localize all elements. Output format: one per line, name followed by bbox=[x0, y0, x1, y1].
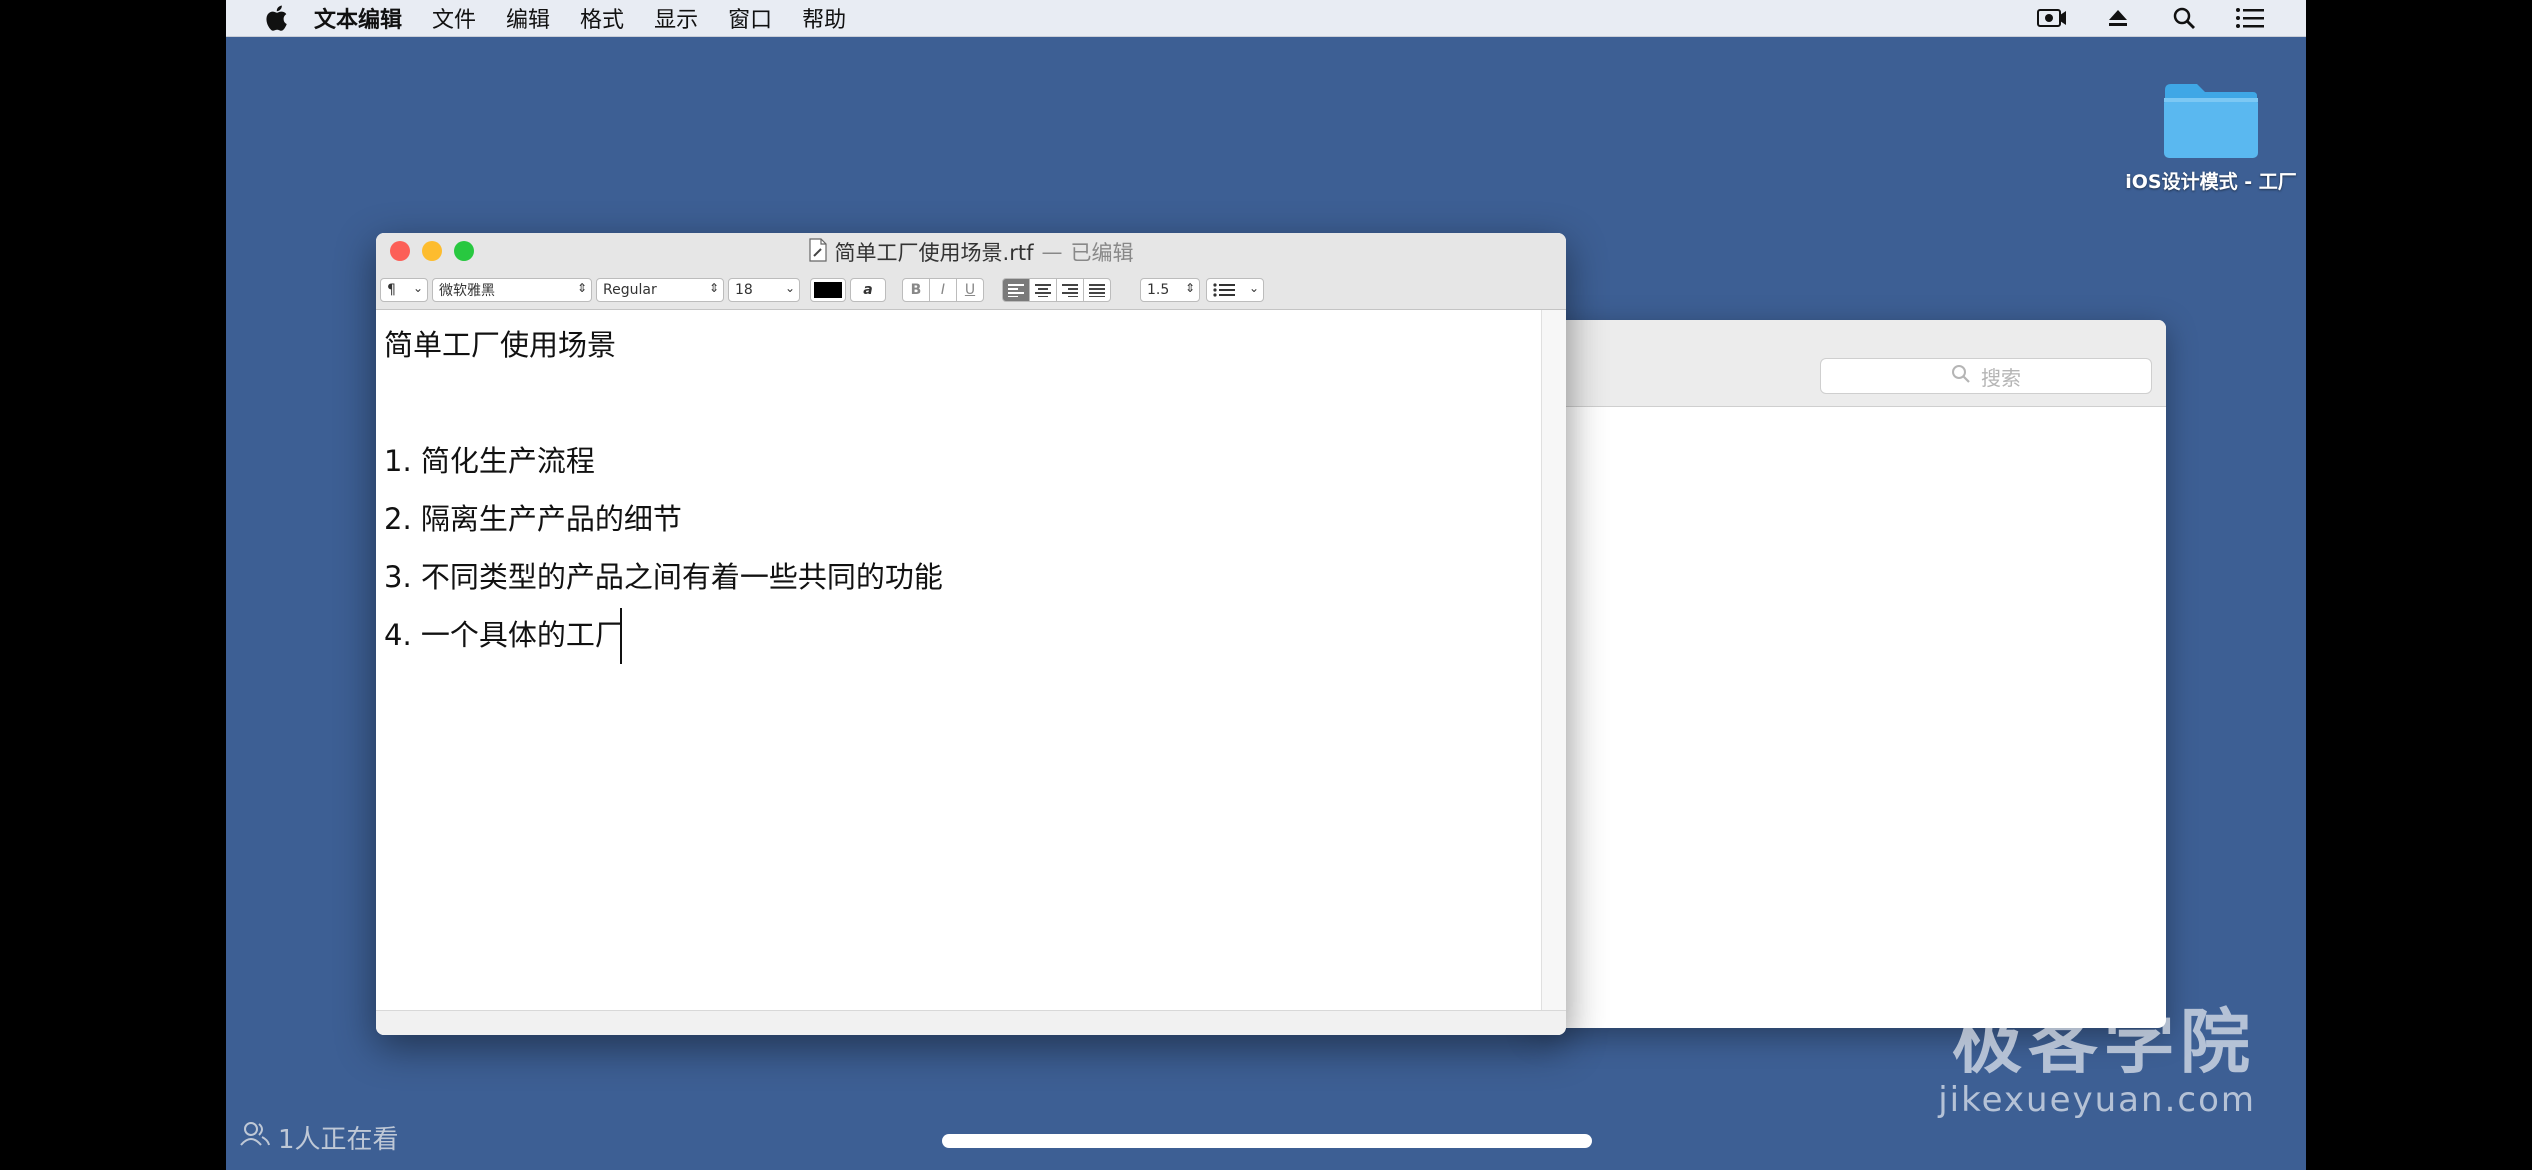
font-size-field[interactable]: 18 ⌄ bbox=[728, 278, 800, 302]
paragraph-style-dropdown[interactable]: ¶ ⌄ bbox=[380, 278, 428, 302]
edited-status: 已编辑 bbox=[1070, 241, 1134, 265]
home-indicator[interactable] bbox=[942, 1134, 1592, 1148]
paragraph-style-label: ¶ bbox=[387, 282, 396, 298]
align-left-icon bbox=[1008, 284, 1024, 297]
watermark-title: 极客学院 bbox=[1952, 1001, 2256, 1083]
line-spacing-value: 1.5 bbox=[1147, 282, 1170, 298]
folder-label: iOS设计模式 - 工厂 bbox=[2125, 171, 2297, 193]
updown-arrow-icon: ⇕ bbox=[708, 281, 719, 295]
menu-edit[interactable]: 编辑 bbox=[506, 2, 550, 34]
document-line: 3. 不同类型的产品之间有着一些共同的功能 bbox=[384, 560, 943, 594]
font-style-value: Regular bbox=[603, 282, 657, 298]
align-right-icon bbox=[1062, 284, 1078, 297]
font-size-value: 18 bbox=[735, 282, 753, 298]
updown-arrow-icon: ⇕ bbox=[576, 281, 587, 295]
spotlight-search-icon[interactable] bbox=[2168, 4, 2200, 32]
text-caret bbox=[620, 608, 622, 664]
font-family-value: 微软雅黑 bbox=[439, 283, 495, 299]
underline-label: U bbox=[964, 282, 976, 298]
justify-icon bbox=[1089, 284, 1105, 297]
list-style-dropdown[interactable]: ⌄ bbox=[1206, 278, 1264, 302]
font-style-select[interactable]: Regular ⇕ bbox=[596, 278, 724, 302]
menu-help[interactable]: 帮助 bbox=[802, 2, 846, 34]
watermark: 极客学院 jikexueyuan.com bbox=[1938, 1002, 2256, 1120]
menu-window[interactable]: 窗口 bbox=[728, 2, 772, 34]
bold-button[interactable]: B bbox=[902, 278, 930, 302]
document-filename[interactable]: 简单工厂使用场景.rtf bbox=[835, 237, 1034, 267]
text-color-swatch bbox=[814, 282, 842, 298]
highlight-symbol: a bbox=[863, 282, 873, 298]
updown-arrow-icon: ⇕ bbox=[1184, 281, 1195, 295]
document-text-area[interactable]: 简单工厂使用场景 1. 简化生产流程 2. 隔离生产产品的细节 3. 不同类型的… bbox=[376, 310, 1542, 1011]
folder-icon bbox=[2161, 80, 2261, 160]
vertical-scrollbar[interactable] bbox=[1541, 310, 1566, 1011]
menu-file[interactable]: 文件 bbox=[432, 2, 476, 34]
italic-label: I bbox=[940, 282, 946, 298]
eject-icon[interactable] bbox=[2102, 4, 2134, 32]
justify-button[interactable] bbox=[1083, 278, 1111, 302]
viewer-count: 1人正在看 bbox=[240, 1119, 399, 1156]
textedit-window[interactable]: 简单工厂使用场景.rtf — 已编辑 ¶ ⌄ 微软雅黑 ⇕ Regular ⇕ … bbox=[376, 233, 1566, 1035]
align-center-icon bbox=[1035, 284, 1051, 297]
finder-window[interactable]: 搜索 bbox=[1536, 320, 2166, 1028]
chevron-down-icon: ⌄ bbox=[784, 281, 795, 295]
menu-bar: 文本编辑 文件 编辑 格式 显示 窗口 帮助 bbox=[226, 0, 2306, 37]
chevron-down-icon: ⌄ bbox=[1248, 281, 1259, 295]
menu-view[interactable]: 显示 bbox=[654, 2, 698, 34]
document-icon bbox=[808, 237, 827, 267]
bold-label: B bbox=[910, 282, 922, 298]
italic-button[interactable]: I bbox=[929, 278, 957, 302]
document-line: 2. 隔离生产产品的细节 bbox=[384, 502, 682, 536]
document-line: 4. 一个具体的工厂 bbox=[384, 618, 624, 652]
screen-record-icon[interactable] bbox=[2036, 4, 2068, 32]
chevron-down-icon: ⌄ bbox=[412, 281, 423, 295]
notification-list-icon[interactable] bbox=[2234, 4, 2266, 32]
desktop-folder[interactable]: iOS设计模式 - 工厂 bbox=[2116, 80, 2306, 195]
align-right-button[interactable] bbox=[1056, 278, 1084, 302]
title-bar: 简单工厂使用场景.rtf — 已编辑 bbox=[376, 233, 1566, 273]
viewers-icon bbox=[240, 1121, 270, 1154]
viewer-count-label: 1人正在看 bbox=[278, 1125, 399, 1155]
menu-app-name[interactable]: 文本编辑 bbox=[314, 2, 402, 34]
underline-button[interactable]: U bbox=[956, 278, 984, 302]
format-bar: ¶ ⌄ 微软雅黑 ⇕ Regular ⇕ 18 ⌄ a B I U 1.5 ⇕ … bbox=[376, 273, 1566, 310]
search-placeholder: 搜索 bbox=[1981, 365, 2021, 390]
document-heading: 简单工厂使用场景 bbox=[384, 328, 617, 362]
align-center-button[interactable] bbox=[1029, 278, 1057, 302]
text-color-well[interactable] bbox=[810, 278, 846, 302]
highlight-color-well[interactable]: a bbox=[850, 278, 886, 302]
watermark-domain: jikexueyuan.com bbox=[1938, 1080, 2256, 1120]
search-icon bbox=[1951, 364, 1971, 388]
horizontal-scrollbar[interactable] bbox=[376, 1010, 1566, 1035]
menu-format[interactable]: 格式 bbox=[580, 2, 624, 34]
list-bullets-icon bbox=[1213, 283, 1235, 297]
align-left-button[interactable] bbox=[1002, 278, 1030, 302]
font-family-select[interactable]: 微软雅黑 ⇕ bbox=[432, 278, 592, 302]
desktop: 文本编辑 文件 编辑 格式 显示 窗口 帮助 iOS设计模式 - 工厂 搜索 简… bbox=[226, 0, 2306, 1170]
apple-logo-icon[interactable] bbox=[256, 4, 296, 32]
line-spacing-select[interactable]: 1.5 ⇕ bbox=[1140, 278, 1200, 302]
title-separator: — bbox=[1041, 240, 1063, 264]
window-title: 简单工厂使用场景.rtf — 已编辑 bbox=[376, 237, 1566, 267]
finder-toolbar: 搜索 bbox=[1536, 320, 2166, 407]
search-field[interactable]: 搜索 bbox=[1820, 358, 2152, 394]
document-line: 1. 简化生产流程 bbox=[384, 444, 595, 478]
